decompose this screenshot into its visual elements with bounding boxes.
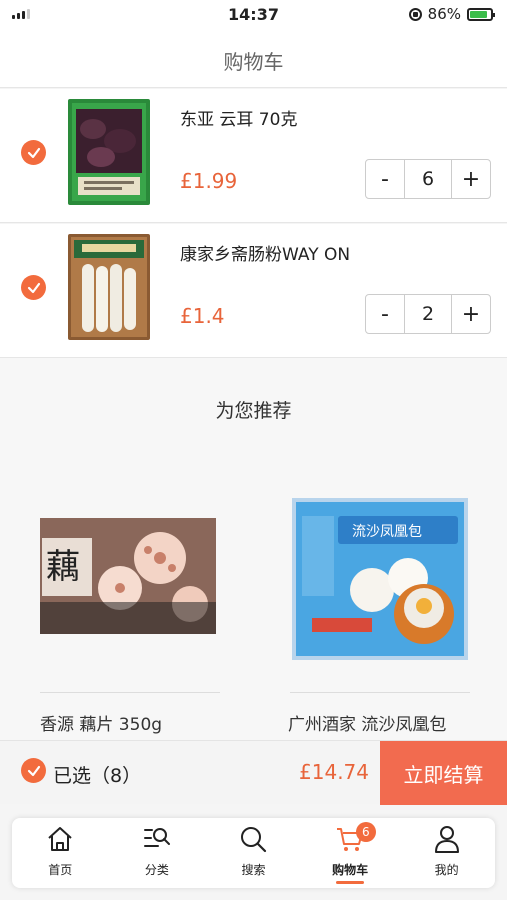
checkout-button[interactable]: 立即结算: [380, 741, 507, 805]
tab-home[interactable]: 首页: [12, 818, 109, 888]
increase-button[interactable]: +: [452, 160, 490, 198]
cart-item: 康家乡斋肠粉WAY ON £1.4 - 2 +: [0, 224, 507, 358]
quantity-stepper: - 6 +: [365, 159, 491, 199]
item-name[interactable]: 东亚 云耳 70克: [180, 105, 297, 130]
status-bar: 14:37 86%: [0, 0, 507, 30]
quantity-stepper: - 2 +: [365, 294, 491, 334]
select-all-checkbox[interactable]: [21, 758, 46, 783]
recommend-card[interactable]: 流沙凤凰包: [270, 492, 490, 660]
total-price: £14.74: [299, 760, 369, 784]
tab-cart[interactable]: 6 购物车: [302, 818, 399, 888]
checkout-bar: 已选（8） £14.74 立即结算: [0, 740, 507, 805]
tab-search[interactable]: 搜索: [205, 818, 302, 888]
quantity-value[interactable]: 6: [404, 160, 452, 198]
cart-item: 东亚 云耳 70克 £1.99 - 6 +: [0, 89, 507, 223]
decrease-button[interactable]: -: [366, 160, 404, 198]
decrease-button[interactable]: -: [366, 295, 404, 333]
recommend-name[interactable]: 香源 藕片 350g: [40, 710, 162, 735]
item-price: £1.4: [180, 304, 225, 328]
product-image-custard-buns[interactable]: 流沙凤凰包: [292, 498, 468, 660]
item-checkbox[interactable]: [21, 275, 46, 300]
orientation-lock-icon: [408, 7, 422, 21]
product-image-lotus-root[interactable]: 藕: [40, 518, 216, 634]
nav-bar: 购物车: [0, 30, 507, 88]
quantity-value[interactable]: 2: [404, 295, 452, 333]
battery-percent: 86%: [427, 5, 461, 23]
tab-label: 搜索: [241, 863, 266, 877]
svg-text:藕: 藕: [46, 547, 80, 587]
divider: [290, 692, 470, 693]
status-right: 86%: [408, 5, 495, 23]
tab-profile[interactable]: 我的: [398, 818, 495, 888]
check-icon: [27, 282, 40, 293]
product-image-wood-ear[interactable]: [68, 99, 150, 205]
recommend-section: 为您推荐 藕 香源 藕片 350g 流沙凤凰包 广州酒家 流沙凤凰包: [0, 358, 507, 740]
recommend-name[interactable]: 广州酒家 流沙凤凰包: [288, 710, 446, 735]
recommend-card[interactable]: 藕: [18, 492, 238, 634]
tab-label: 分类: [144, 863, 169, 877]
check-icon: [27, 765, 40, 776]
item-price: £1.99: [180, 169, 238, 193]
tab-label: 购物车: [332, 863, 369, 877]
battery-icon: [467, 7, 495, 21]
page-title: 购物车: [223, 50, 284, 74]
item-checkbox[interactable]: [21, 140, 46, 165]
category-search-icon: [143, 828, 170, 847]
divider: [40, 692, 220, 693]
cart-badge: 6: [355, 822, 376, 842]
home-icon: [48, 827, 72, 851]
tab-bar: 首页 分类 搜索 6 购物车 我的: [12, 818, 495, 888]
selected-count-label: 已选（8）: [53, 765, 142, 787]
tab-category[interactable]: 分类: [109, 818, 206, 888]
search-icon: [241, 827, 267, 853]
user-icon: [434, 826, 459, 853]
product-image-rice-rolls[interactable]: [68, 234, 150, 340]
tab-label: 首页: [48, 863, 73, 877]
item-name[interactable]: 康家乡斋肠粉WAY ON: [180, 240, 350, 265]
recommend-title: 为您推荐: [215, 400, 292, 422]
increase-button[interactable]: +: [452, 295, 490, 333]
tab-label: 我的: [434, 863, 459, 877]
svg-text:流沙凤凰包: 流沙凤凰包: [352, 524, 422, 540]
check-icon: [27, 147, 40, 158]
